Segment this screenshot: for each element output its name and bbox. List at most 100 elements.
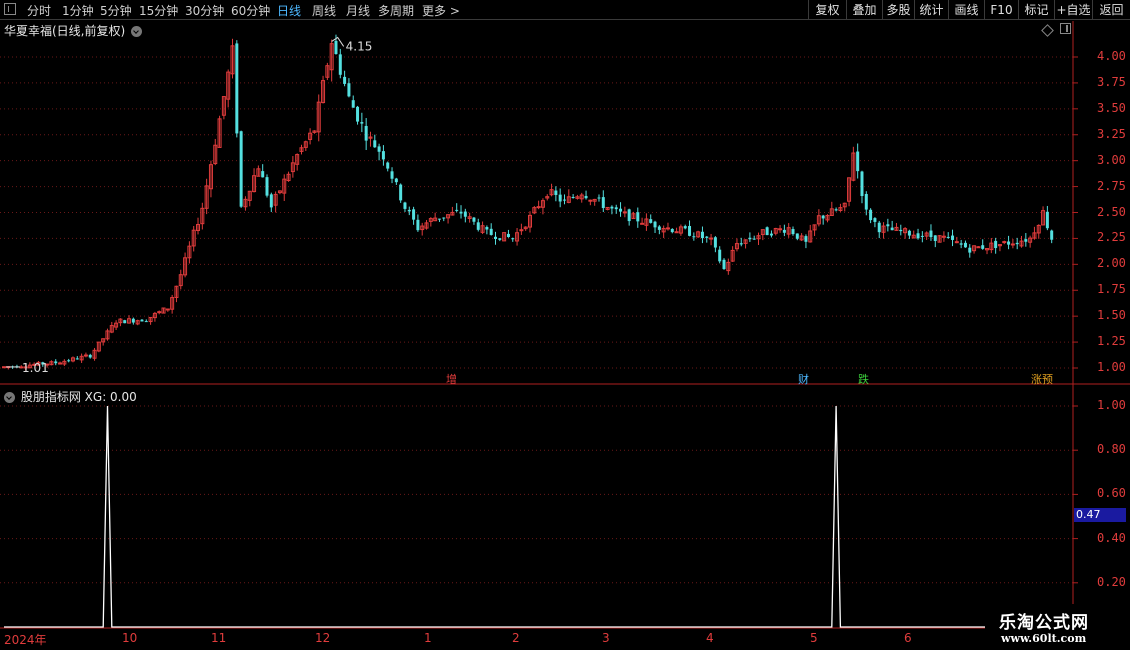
candle <box>709 233 714 246</box>
candle-body <box>946 236 950 238</box>
candle-body <box>265 177 269 196</box>
x-label: 12 <box>315 631 331 645</box>
chevron-down-icon[interactable] <box>131 26 143 37</box>
candle-body <box>886 224 890 227</box>
event-marker-zhangyu[interactable]: 涨预 <box>1031 371 1053 387</box>
candle-body <box>463 211 467 217</box>
candle <box>235 40 239 138</box>
candle <box>674 227 679 234</box>
candle-body <box>890 227 894 231</box>
candle <box>243 196 248 211</box>
candle <box>575 194 580 200</box>
candle <box>506 229 510 238</box>
candle <box>140 319 144 322</box>
chart-grid <box>0 56 1078 584</box>
candle <box>92 347 97 361</box>
indicator-series <box>4 405 1052 628</box>
candle <box>911 230 916 239</box>
kline-chart[interactable]: 4.15 1.01 <box>0 0 1130 650</box>
event-marker-cai[interactable]: 财 <box>798 371 809 387</box>
stock-title-text: 华夏幸福(日线,前复权) <box>4 24 126 38</box>
candle-body <box>239 131 243 207</box>
candle-body <box>864 193 868 210</box>
candle-body <box>619 208 623 212</box>
candle <box>540 198 545 215</box>
candle-body <box>752 238 756 240</box>
candle-body <box>485 227 489 230</box>
candle <box>485 225 489 235</box>
candle-body <box>343 76 347 84</box>
candle-body <box>381 151 385 160</box>
stock-title: 华夏幸福(日线,前复权) <box>4 22 143 39</box>
chart-frames <box>0 21 1130 650</box>
candle <box>899 224 903 236</box>
price-tick-label: 3.00 <box>1097 152 1126 167</box>
candle <box>1050 229 1054 244</box>
x-label: 2 <box>512 631 520 645</box>
candle <box>463 208 467 223</box>
candle <box>644 213 649 231</box>
candle-body <box>442 217 446 219</box>
candle <box>877 220 881 239</box>
candle-body <box>364 125 368 141</box>
candle <box>842 202 847 212</box>
candle <box>123 319 127 324</box>
panel-toggle-icon[interactable] <box>1060 23 1071 34</box>
candle <box>812 224 817 236</box>
chevron-down-icon[interactable] <box>4 392 15 403</box>
candle <box>269 192 273 213</box>
candle-body <box>140 319 144 322</box>
candle <box>148 316 153 325</box>
candle <box>1028 235 1033 248</box>
candle-body <box>916 233 920 239</box>
candle <box>756 232 761 246</box>
candle-body <box>994 240 998 249</box>
candle <box>196 217 201 235</box>
candle <box>769 230 773 238</box>
candle <box>476 218 480 232</box>
candle <box>601 190 605 212</box>
candle-body <box>54 361 58 364</box>
candle <box>816 209 821 227</box>
candle-body <box>649 219 653 223</box>
candle <box>75 356 79 360</box>
candle-body <box>386 162 390 169</box>
candle <box>1019 235 1024 248</box>
candle <box>941 231 946 242</box>
candle <box>825 214 830 223</box>
price-tick-label: 1.75 <box>1097 282 1126 297</box>
candle-body <box>394 178 398 183</box>
candle <box>528 211 532 233</box>
candle <box>726 258 731 275</box>
price-tick-label: 2.50 <box>1097 204 1126 219</box>
candle <box>778 225 783 233</box>
candle-body <box>951 235 955 240</box>
candle <box>795 233 799 241</box>
candle <box>498 238 502 242</box>
candle <box>808 224 813 243</box>
candle <box>588 199 593 206</box>
event-marker-zeng[interactable]: 增 <box>446 371 457 387</box>
candle <box>200 202 205 230</box>
event-marker-die[interactable]: 跌 <box>858 371 869 387</box>
candle <box>109 321 114 334</box>
candle-body <box>933 235 937 241</box>
candle <box>1024 233 1028 247</box>
candle <box>622 206 627 218</box>
candle <box>360 112 364 133</box>
candle <box>247 190 252 207</box>
candle-body <box>821 215 825 219</box>
candle <box>1045 205 1049 231</box>
x-label: 3 <box>602 631 610 645</box>
candle-body <box>877 222 881 233</box>
candle <box>821 214 825 225</box>
candle-body <box>2 366 6 369</box>
price-tick-label: 2.00 <box>1097 256 1126 271</box>
candle <box>1002 240 1007 245</box>
candle <box>356 105 360 125</box>
candle <box>838 203 843 212</box>
candle <box>325 62 330 81</box>
candle <box>1015 237 1019 250</box>
candle <box>127 315 132 324</box>
watermark-title: 乐淘公式网 <box>999 613 1089 633</box>
